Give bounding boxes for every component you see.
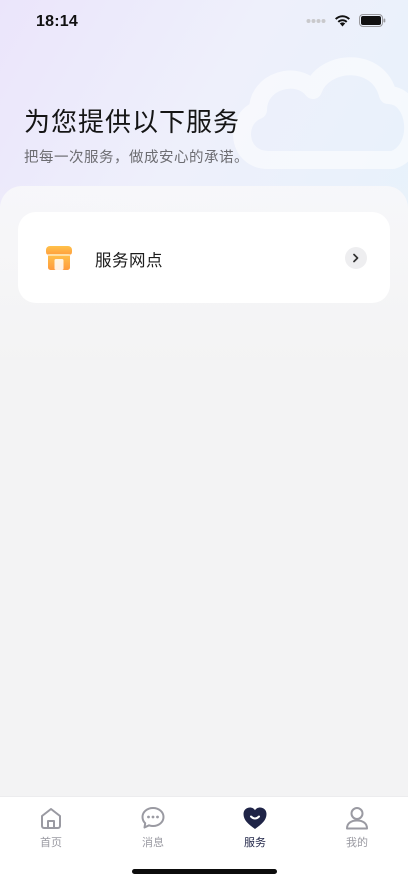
page-subtitle: 把每一次服务，做成安心的承诺。 [24, 150, 249, 166]
service-item-outlets[interactable]: 服务网点 [18, 212, 390, 303]
signal-icon [306, 18, 326, 23]
tab-profile[interactable]: 我的 [306, 805, 408, 857]
tab-service[interactable]: 服务 [204, 805, 306, 857]
tab-label: 消息 [142, 836, 164, 849]
tab-home[interactable]: 首页 [0, 805, 102, 857]
home-icon [41, 808, 61, 829]
battery-icon [359, 14, 386, 27]
tab-label: 首页 [40, 836, 62, 849]
person-icon [346, 807, 368, 830]
service-item-label: 服务网点 [95, 251, 163, 270]
tab-label: 服务 [244, 836, 266, 849]
tab-messages[interactable]: 消息 [102, 805, 204, 857]
status-bar: 18:14 [0, 0, 408, 44]
heart-service-icon [243, 807, 267, 829]
page-title: 为您提供以下服务 [24, 108, 241, 138]
wifi-icon [335, 15, 350, 27]
home-indicator[interactable] [132, 869, 277, 874]
status-time: 18:14 [36, 13, 78, 30]
store-icon [46, 246, 72, 270]
cloud-decoration [233, 57, 408, 169]
tab-label: 我的 [346, 836, 368, 849]
message-icon [141, 807, 165, 829]
chevron-right-icon[interactable] [345, 247, 367, 269]
status-icons [306, 14, 386, 27]
